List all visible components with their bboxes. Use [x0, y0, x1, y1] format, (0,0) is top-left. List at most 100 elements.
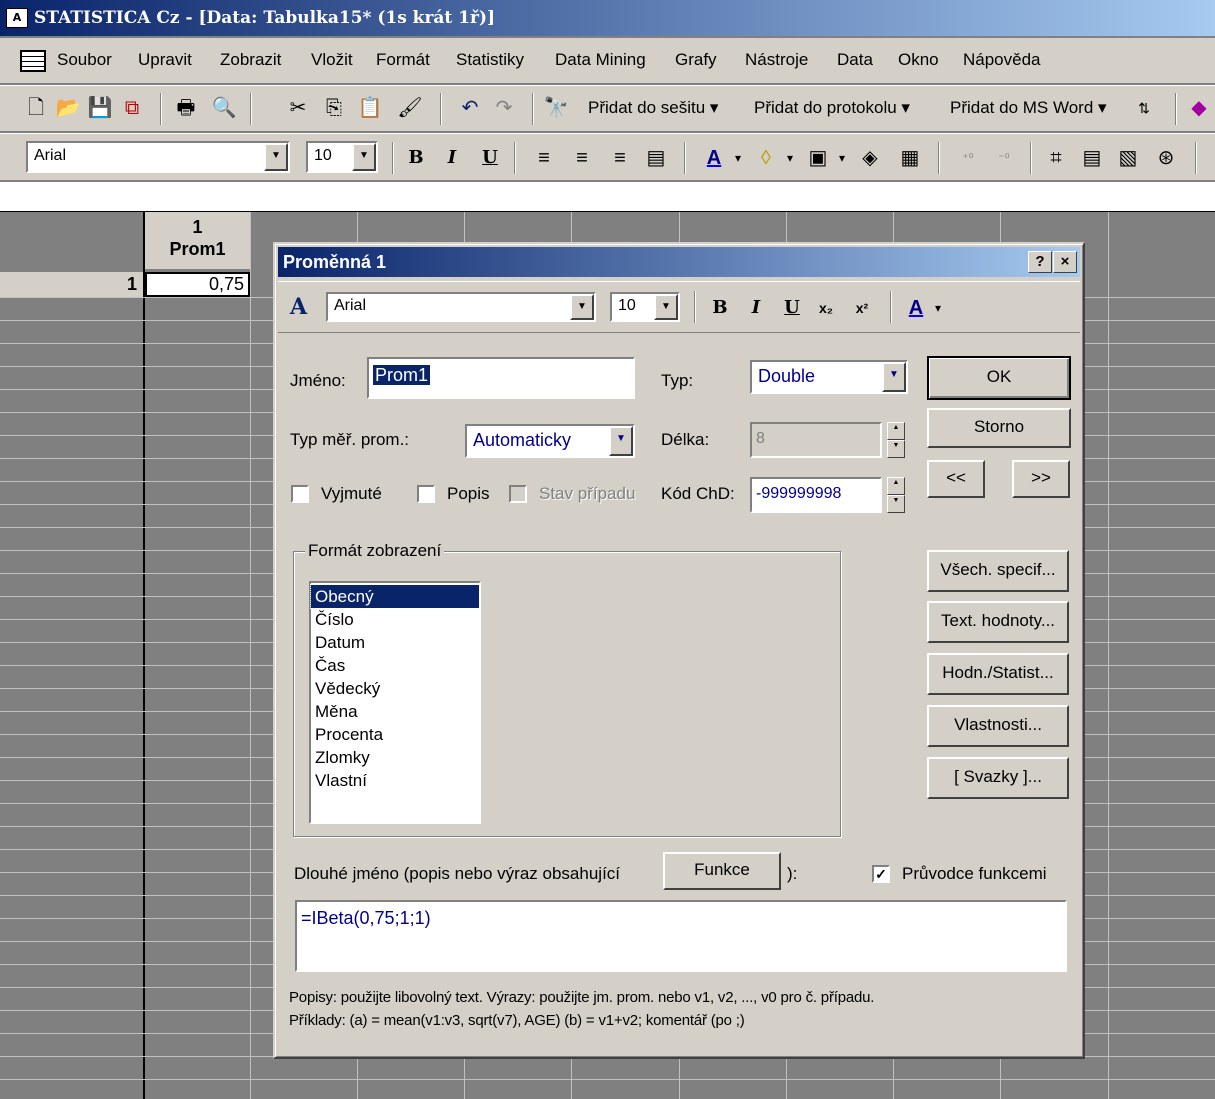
previous-variable-button[interactable]: <<: [927, 460, 985, 498]
redo-icon[interactable]: ↷: [490, 96, 518, 120]
row-header-1[interactable]: 1: [0, 272, 145, 297]
variable-specs-icon[interactable]: ▤: [1078, 146, 1106, 170]
menu-zobrazit[interactable]: Zobrazit: [220, 50, 281, 70]
format-listbox[interactable]: Obecný Číslo Datum Čas Vědecký Měna Proc…: [309, 581, 481, 824]
spreadsheet-icon[interactable]: [20, 50, 46, 72]
paste-icon[interactable]: 📋: [356, 96, 384, 120]
values-stats-button[interactable]: Hodn./Statist...: [927, 653, 1069, 695]
print-preview-icon[interactable]: 🔍: [210, 96, 238, 120]
menu-upravit[interactable]: Upravit: [138, 50, 192, 70]
dialog-font-combobox[interactable]: Arial ▼: [326, 292, 596, 322]
spin-up-icon[interactable]: ▲: [887, 422, 905, 440]
format-option[interactable]: Procenta: [311, 723, 479, 746]
chevron-down-icon[interactable]: ▼: [352, 143, 376, 171]
menu-data-mining[interactable]: Data Mining: [555, 50, 646, 70]
function-wizard-checkbox[interactable]: ✓: [872, 865, 890, 883]
chevron-down-icon[interactable]: ▼: [882, 362, 906, 392]
name-input[interactable]: Prom1: [367, 357, 635, 399]
chevron-down-icon[interactable]: ▾: [776, 146, 804, 170]
bold-icon[interactable]: B: [402, 146, 430, 170]
format-option[interactable]: Obecný: [310, 584, 480, 609]
chevron-down-icon[interactable]: ▼: [570, 294, 594, 320]
excluded-checkbox[interactable]: [291, 485, 309, 503]
cancel-button[interactable]: Storno: [927, 408, 1071, 448]
italic-icon[interactable]: I: [438, 146, 466, 170]
missing-data-input[interactable]: -999999998: [750, 477, 882, 513]
format-option[interactable]: Datum: [311, 631, 479, 654]
menu-napoveda[interactable]: Nápověda: [963, 50, 1041, 70]
increase-decimal-icon[interactable]: ⁺⁰: [954, 146, 982, 170]
cell-properties-icon[interactable]: ▤: [642, 146, 670, 170]
decrease-decimal-icon[interactable]: ⁻⁰: [990, 146, 1018, 170]
insert-column-icon[interactable]: ⌗: [1042, 146, 1070, 170]
print-icon[interactable]: 🖶: [172, 96, 200, 120]
format-option[interactable]: Čas: [311, 654, 479, 677]
format-option[interactable]: Zlomky: [311, 746, 479, 769]
align-center-icon[interactable]: ≡: [568, 146, 596, 170]
ok-button[interactable]: OK: [927, 356, 1071, 400]
italic-icon[interactable]: I: [742, 296, 770, 320]
menu-nastroje[interactable]: Nástroje: [745, 50, 808, 70]
chevron-down-icon[interactable]: ▼: [264, 143, 288, 171]
length-spinner[interactable]: ▲ ▼: [887, 422, 905, 458]
open-folder-icon[interactable]: 📂: [54, 96, 82, 120]
app-icon[interactable]: A: [6, 8, 28, 28]
find-binoculars-icon[interactable]: 🔭: [542, 96, 570, 120]
format-option[interactable]: Vědecký: [311, 677, 479, 700]
cell-r1-c1[interactable]: 0,75: [145, 272, 250, 297]
format-option[interactable]: Vlastní: [311, 769, 479, 792]
chevron-down-icon[interactable]: ▾: [724, 146, 752, 170]
cut-icon[interactable]: ✂: [284, 96, 312, 120]
all-specs-button[interactable]: Všech. specif...: [927, 550, 1069, 592]
all-variables-icon[interactable]: ▧: [1114, 146, 1142, 170]
chevron-down-icon[interactable]: ▼: [609, 426, 633, 456]
missing-data-spinner[interactable]: ▲ ▼: [887, 477, 905, 513]
type-combobox[interactable]: Double ▼: [750, 360, 908, 394]
spin-up-icon[interactable]: ▲: [887, 477, 905, 495]
format-painter-icon[interactable]: 🖌: [396, 96, 424, 120]
underline-icon[interactable]: U: [778, 296, 806, 320]
superscript-icon[interactable]: x²: [848, 296, 876, 320]
save-icon[interactable]: 💾: [86, 96, 114, 120]
font-size-combobox[interactable]: 10 ▼: [306, 141, 378, 173]
next-variable-button[interactable]: >>: [1012, 460, 1070, 498]
chevron-down-icon[interactable]: ▼: [654, 294, 678, 320]
format-option[interactable]: Číslo: [311, 608, 479, 631]
align-left-icon[interactable]: ≡: [530, 146, 558, 170]
add-to-msword-button[interactable]: Přidat do MS Word ▾: [950, 98, 1107, 118]
underline-icon[interactable]: U: [476, 146, 504, 170]
new-file-icon[interactable]: 🗋: [22, 96, 50, 120]
close-button[interactable]: ×: [1053, 251, 1077, 273]
description-checkbox[interactable]: [417, 485, 435, 503]
formula-bar[interactable]: [0, 182, 1215, 212]
pdf-icon[interactable]: ⧉: [118, 96, 146, 120]
menu-okno[interactable]: Okno: [898, 50, 939, 70]
format-option[interactable]: Měna: [311, 700, 479, 723]
text-values-button[interactable]: Text. hodnoty...: [927, 601, 1069, 643]
menu-soubor[interactable]: Soubor: [57, 50, 112, 70]
length-input[interactable]: 8: [750, 422, 882, 458]
font-combobox[interactable]: Arial ▼: [26, 141, 290, 173]
case-states-icon[interactable]: ⊛: [1152, 146, 1180, 170]
eraser-icon[interactable]: ◆: [1185, 96, 1213, 120]
menu-grafy[interactable]: Grafy: [675, 50, 717, 70]
undo-icon[interactable]: ↶: [456, 96, 484, 120]
column-header-prom1[interactable]: 1 Prom1: [145, 212, 250, 269]
chevron-down-icon[interactable]: ▾: [924, 296, 952, 320]
grid-icon[interactable]: ▦: [896, 146, 924, 170]
menu-statistiky[interactable]: Statistiky: [456, 50, 524, 70]
add-to-report-button[interactable]: Přidat do protokolu ▾: [754, 98, 910, 118]
menu-vlozit[interactable]: Vložit: [311, 50, 353, 70]
long-name-input[interactable]: =IBeta(0,75;1;1): [295, 900, 1067, 972]
bold-icon[interactable]: B: [706, 296, 734, 320]
dialog-font-size-combobox[interactable]: 10 ▼: [610, 292, 680, 322]
chevron-down-icon[interactable]: ▾: [828, 146, 856, 170]
spin-down-icon[interactable]: ▼: [887, 440, 905, 458]
case-state-checkbox[interactable]: [509, 485, 527, 503]
measurement-type-combobox[interactable]: Automaticky ▼: [465, 424, 635, 458]
subscript-icon[interactable]: x₂: [812, 296, 840, 320]
functions-button[interactable]: Funkce: [663, 852, 781, 890]
menu-format[interactable]: Formát: [376, 50, 430, 70]
help-button[interactable]: ?: [1028, 251, 1052, 273]
copy-icon[interactable]: ⎘: [320, 96, 348, 120]
